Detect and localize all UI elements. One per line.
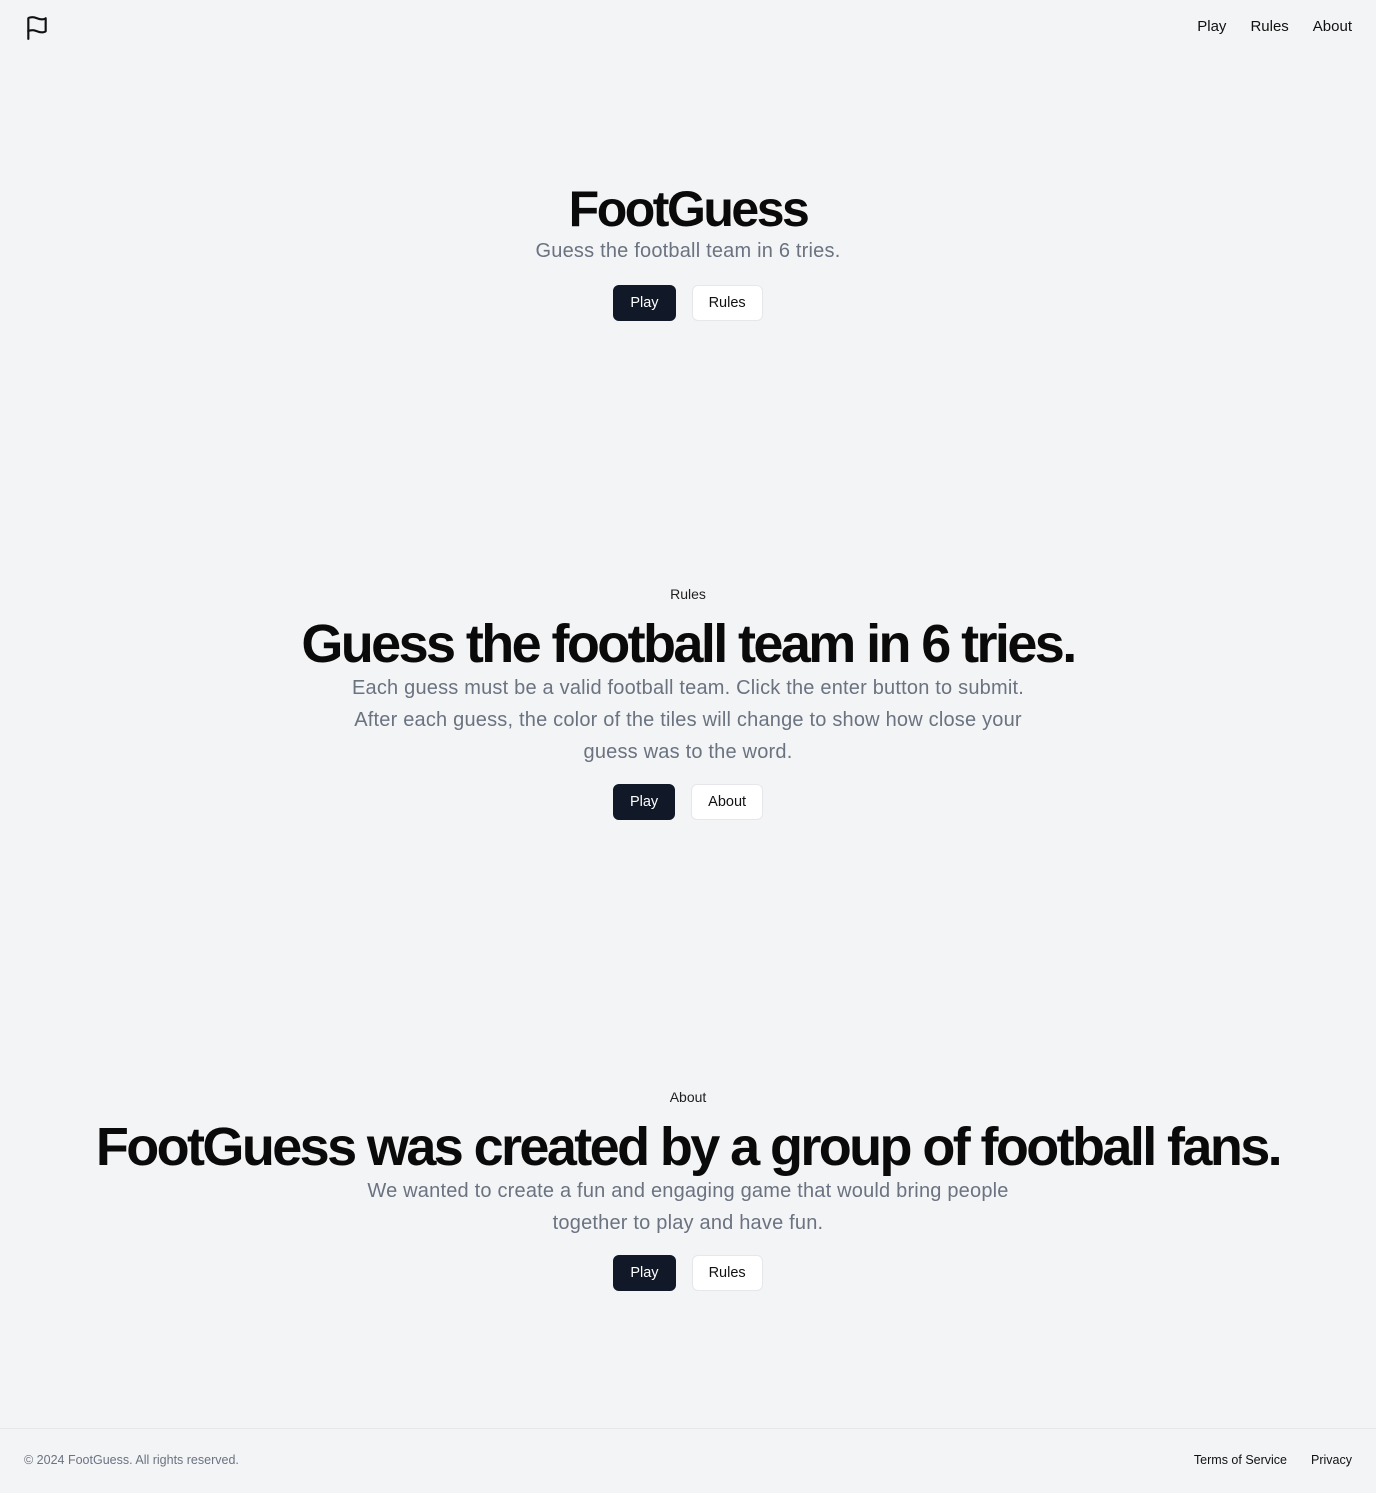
- about-rules-button[interactable]: Rules: [691, 1255, 763, 1291]
- about-title: FootGuess was created by a group of foot…: [95, 1117, 1283, 1177]
- hero-buttons: Play Rules: [0, 285, 1376, 321]
- copyright-text: © 2024 FootGuess. All rights reserved.: [24, 1453, 239, 1467]
- about-play-button[interactable]: Play: [613, 1255, 676, 1291]
- hero-subtitle: Guess the football team in 6 tries.: [535, 240, 841, 262]
- hero-play-button[interactable]: Play: [613, 285, 676, 321]
- nav-link-about[interactable]: About: [1313, 18, 1352, 35]
- hero-title: FootGuess: [568, 181, 810, 237]
- flag-icon[interactable]: [24, 15, 50, 41]
- rules-title: Guess the football team in 6 tries.: [301, 614, 1077, 674]
- rules-play-button[interactable]: Play: [612, 784, 676, 820]
- footer-link-terms[interactable]: Terms of Service: [1194, 1453, 1287, 1467]
- about-eyebrow: About: [669, 1089, 707, 1105]
- rules-body: Each guess must be a valid football team…: [351, 677, 1024, 763]
- hero-section: FootGuess Guess the football team in 6 t…: [0, 179, 1376, 321]
- nav-link-rules[interactable]: Rules: [1250, 18, 1288, 35]
- about-buttons: Play Rules: [0, 1255, 1376, 1291]
- site-footer: © 2024 FootGuess. All rights reserved. T…: [0, 1428, 1376, 1493]
- footer-link-privacy[interactable]: Privacy: [1311, 1453, 1352, 1467]
- rules-eyebrow: Rules: [670, 586, 706, 602]
- footer-links: Terms of Service Privacy: [1194, 1453, 1352, 1467]
- hero-rules-button[interactable]: Rules: [691, 285, 763, 321]
- about-body: We wanted to create a fun and engaging g…: [367, 1180, 1009, 1234]
- site-header: Play Rules About: [0, 0, 1376, 56]
- nav-link-play[interactable]: Play: [1197, 18, 1226, 35]
- about-section: About FootGuess was created by a group o…: [0, 1089, 1376, 1291]
- rules-section: Rules Guess the football team in 6 tries…: [0, 586, 1376, 820]
- rules-about-button[interactable]: About: [691, 784, 764, 820]
- rules-buttons: Play About: [0, 784, 1376, 820]
- top-nav: Play Rules About: [1197, 18, 1352, 35]
